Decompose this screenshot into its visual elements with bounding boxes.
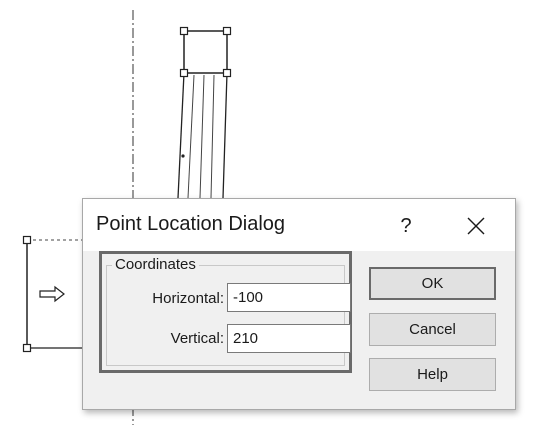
- vertical-field[interactable]: 210: [227, 324, 351, 353]
- arrow-right-outline-icon: [39, 285, 65, 303]
- ok-button[interactable]: OK: [369, 267, 496, 300]
- dialog-title: Point Location Dialog: [96, 213, 286, 235]
- dialog-titlebar[interactable]: Point Location Dialog ?: [83, 199, 515, 251]
- context-help-button[interactable]: ?: [394, 212, 418, 240]
- coordinates-group-label: Coordinates: [112, 256, 199, 273]
- coordinates-groupbox: Coordinates Horizontal: -100 Vertical: 2…: [99, 251, 352, 373]
- close-icon[interactable]: [463, 213, 489, 239]
- help-button[interactable]: Help: [369, 358, 496, 391]
- horizontal-field[interactable]: -100: [227, 283, 351, 312]
- point-location-dialog: Point Location Dialog ? Coordinates Hori…: [82, 198, 516, 410]
- selection-handles[interactable]: [179, 26, 232, 78]
- cancel-button[interactable]: Cancel: [369, 313, 496, 346]
- vertical-label: Vertical:: [170, 330, 224, 347]
- column-shape[interactable]: [177, 30, 228, 199]
- horizontal-label: Horizontal:: [152, 290, 224, 307]
